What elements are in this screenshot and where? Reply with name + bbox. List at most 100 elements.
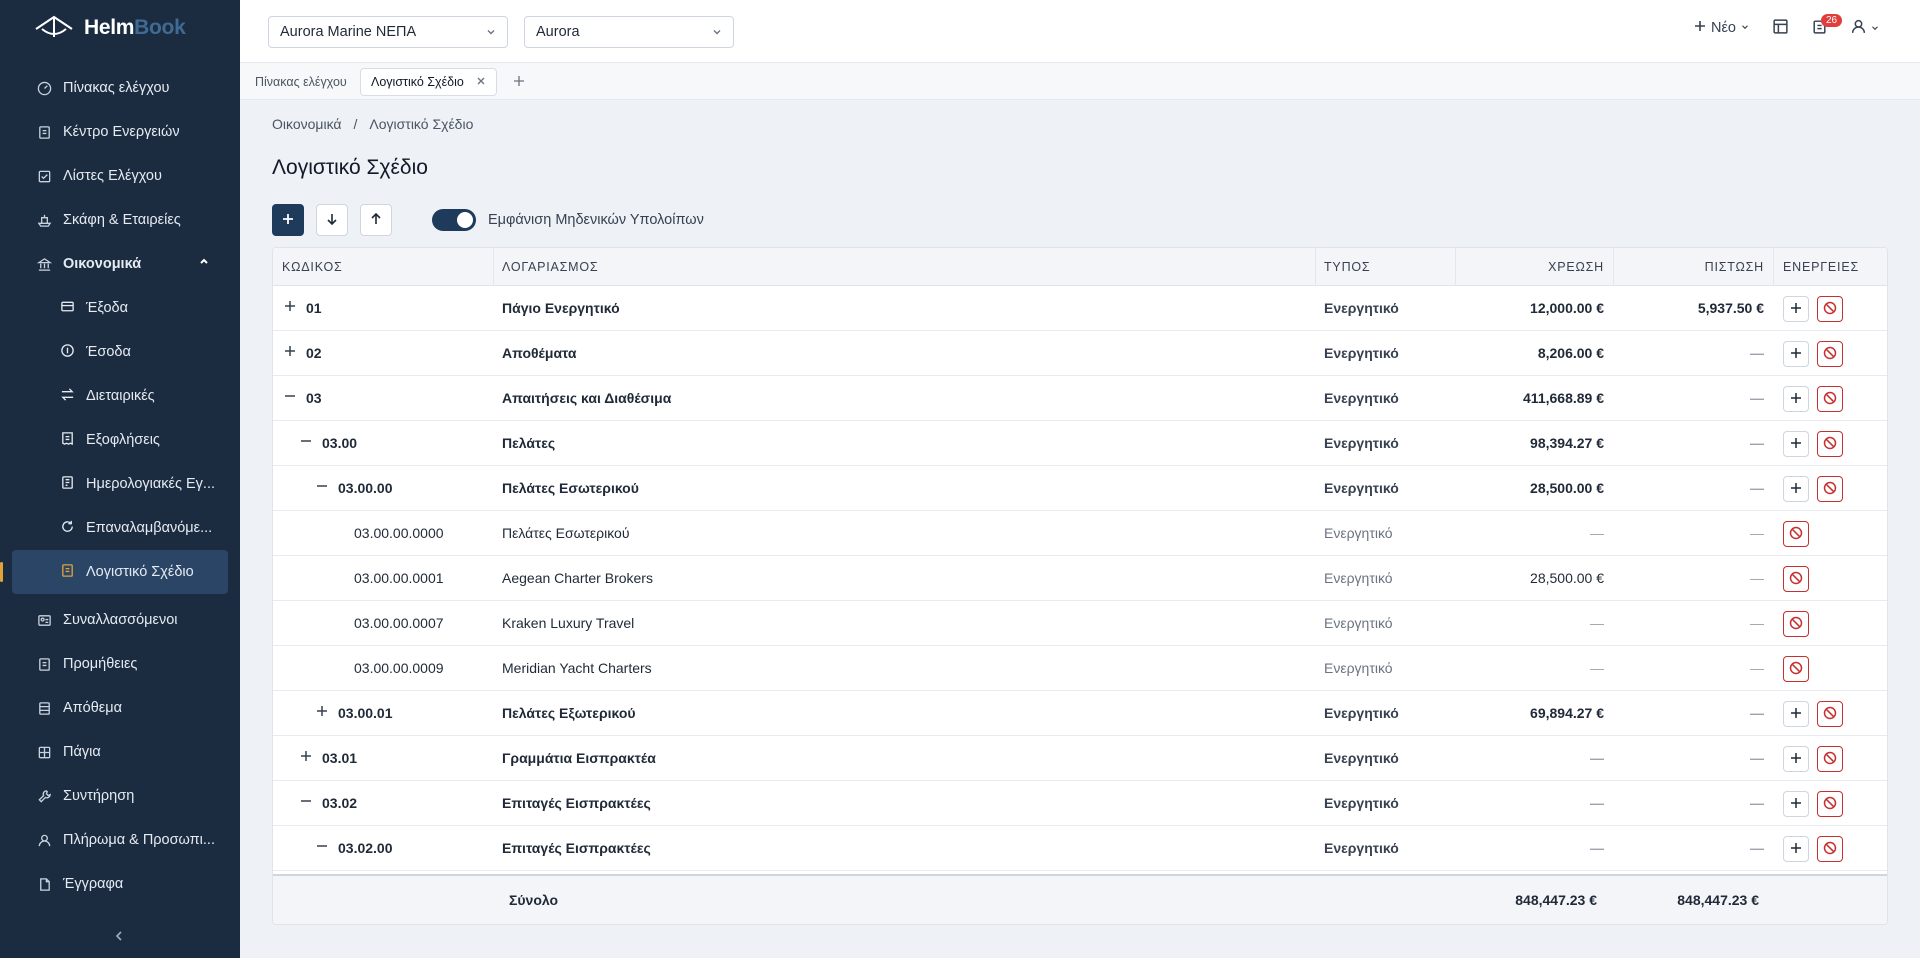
collapse-row-toggle[interactable] xyxy=(297,434,315,452)
assets-icon xyxy=(36,744,52,760)
deactivate-account-button[interactable] xyxy=(1783,521,1809,547)
vessel-select[interactable]: Aurora xyxy=(524,16,734,48)
deactivate-account-button[interactable] xyxy=(1817,791,1843,817)
table-row[interactable]: 03.00.00.0007 Kraken Luxury Travel Ενεργητ… xyxy=(273,601,1887,646)
sidebar-item-crew[interactable]: Πλήρωμα & Προσωπι... xyxy=(0,818,240,862)
collapse-row-toggle[interactable] xyxy=(297,794,315,812)
sidebar-item-label: Οικονομικά xyxy=(63,256,142,272)
add-subaccount-button[interactable] xyxy=(1783,386,1809,412)
tab-dashboard[interactable]: Πίνακας ελέγχου xyxy=(245,68,357,96)
deactivate-account-button[interactable] xyxy=(1817,746,1843,772)
table-row[interactable]: 03.00.01 Πελάτες Εξωτερικού Ενεργητικό 69,8… xyxy=(273,691,1887,736)
table-row[interactable]: 03 Απαιτήσεις και Διαθέσιμα Ενεργητικό 411,… xyxy=(273,376,1887,421)
add-subaccount-button[interactable] xyxy=(1783,791,1809,817)
expand-row-toggle[interactable] xyxy=(297,749,315,767)
expand-row-toggle[interactable] xyxy=(313,704,331,722)
column-header-type[interactable]: ΤΥΠΟΣ xyxy=(1324,260,1370,274)
brand[interactable]: HelmBook xyxy=(0,0,240,56)
add-subaccount-button[interactable] xyxy=(1783,341,1809,367)
ban-icon xyxy=(1789,526,1803,543)
table-row[interactable]: 03.01 Γραμμάτια Εισπρακτέα Ενεργητικό — — xyxy=(273,736,1887,781)
refresh-icon xyxy=(60,519,75,538)
collapse-row-toggle[interactable] xyxy=(281,389,299,407)
sidebar-item-counterparties[interactable]: Συναλλασσόμενοι xyxy=(0,598,240,642)
deactivate-account-button[interactable] xyxy=(1817,701,1843,727)
sidebar-item-vessels-companies[interactable]: Σκάφη & Εταιρείες xyxy=(0,198,240,242)
deactivate-account-button[interactable] xyxy=(1783,611,1809,637)
sidebar-item-income[interactable]: Έσοδα xyxy=(0,330,240,374)
sidebar-item-action-center[interactable]: Κέντρο Ενεργειών xyxy=(0,110,240,154)
table-row[interactable]: 02 Αποθέματα Ενεργητικό 8,206.00 € — xyxy=(273,331,1887,376)
sidebar-item-documents[interactable]: Έγγραφα xyxy=(0,862,240,906)
sidebar-item-expenses[interactable]: Έξοδα xyxy=(0,286,240,330)
table-row[interactable]: 03.02.00 Επιταγές Εισπρακτέες Ενεργητικό — — xyxy=(273,826,1887,871)
expand-all-button[interactable] xyxy=(316,204,348,236)
deactivate-account-button[interactable] xyxy=(1817,431,1843,457)
sidebar-item-procurement[interactable]: Προμήθειες xyxy=(0,642,240,686)
column-header-code[interactable]: ΚΩΔΙΚΟΣ xyxy=(282,260,343,274)
add-subaccount-button[interactable] xyxy=(1783,476,1809,502)
table-row[interactable]: 03.00.00.0000 Πελάτες Εσωτερικού Ενεργητικ… xyxy=(273,511,1887,556)
layout-button[interactable] xyxy=(1772,18,1789,38)
expand-row-toggle[interactable] xyxy=(281,299,299,317)
add-subaccount-button[interactable] xyxy=(1783,746,1809,772)
sidebar-item-finance[interactable]: Οικονομικά xyxy=(0,242,240,286)
sidebar-item-intercompany[interactable]: Διεταιρικές xyxy=(0,374,240,418)
expand-row-toggle[interactable] xyxy=(281,344,299,362)
add-subaccount-button[interactable] xyxy=(1783,296,1809,322)
sidebar-item-settlements[interactable]: Εξοφλήσεις xyxy=(0,418,240,462)
account-code: 03.02.00 xyxy=(338,840,393,856)
breadcrumb-parent[interactable]: Οικονομικά xyxy=(272,116,342,132)
company-select[interactable]: Aurora Marine ΝΕΠΑ xyxy=(268,16,508,48)
add-account-button[interactable] xyxy=(272,204,304,236)
deactivate-account-button[interactable] xyxy=(1817,296,1843,322)
add-subaccount-button[interactable] xyxy=(1783,836,1809,862)
add-subaccount-button[interactable] xyxy=(1783,701,1809,727)
add-tab-button[interactable] xyxy=(503,68,535,96)
chevron-down-icon xyxy=(1870,20,1880,36)
close-icon[interactable] xyxy=(476,75,486,89)
collapse-row-toggle[interactable] xyxy=(313,839,331,857)
sidebar-item-fixed-assets[interactable]: Πάγια xyxy=(0,730,240,774)
account-type: Ενεργητικό xyxy=(1324,795,1399,811)
sidebar-item-inventory[interactable]: Απόθεμα xyxy=(0,686,240,730)
new-button[interactable]: Νέο xyxy=(1693,19,1750,37)
tab-chart-of-accounts[interactable]: Λογιστικό Σχέδιο xyxy=(360,68,497,96)
deactivate-account-button[interactable] xyxy=(1783,656,1809,682)
ban-icon xyxy=(1823,751,1837,768)
collapse-sidebar-button[interactable] xyxy=(112,929,126,946)
collapse-all-button[interactable] xyxy=(360,204,392,236)
deactivate-account-button[interactable] xyxy=(1783,566,1809,592)
sidebar-item-recurring[interactable]: Επαναλαμβανόμε... xyxy=(0,506,240,550)
table-row[interactable]: 03.00.00.0001 Aegean Charter Brokers Ενεργ… xyxy=(273,556,1887,601)
column-header-credit[interactable]: ΠΙΣΤΩΣΗ xyxy=(1705,260,1764,274)
table-row[interactable]: 01 Πάγιο Ενεργητικό Ενεργητικό 12,000.00 € 5… xyxy=(273,286,1887,331)
checklist-icon xyxy=(36,168,52,184)
sidebar-item-maintenance[interactable]: Συντήρηση xyxy=(0,774,240,818)
table-row[interactable]: 03.00.00 Πελάτες Εσωτερικού Ενεργητικό 28,5… xyxy=(273,466,1887,511)
table-row[interactable]: 03.00.00.0009 Meridian Yacht Charters Ενερ… xyxy=(273,646,1887,691)
chevron-down-icon xyxy=(711,26,723,42)
debit-amount: 411,668.89 € xyxy=(1523,390,1604,406)
show-zero-balances-toggle[interactable] xyxy=(432,209,476,231)
sidebar-item-dashboard[interactable]: Πίνακας ελέγχου xyxy=(0,66,240,110)
column-header-debit[interactable]: ΧΡΕΩΣΗ xyxy=(1548,260,1604,274)
user-menu-button[interactable] xyxy=(1850,18,1880,38)
notifications-button[interactable]: 26 xyxy=(1811,14,1843,38)
deactivate-account-button[interactable] xyxy=(1817,341,1843,367)
table-row[interactable]: 03.02 Επιταγές Εισπρακτέες Ενεργητικό — — xyxy=(273,781,1887,826)
add-subaccount-button[interactable] xyxy=(1783,431,1809,457)
deactivate-account-button[interactable] xyxy=(1817,386,1843,412)
sidebar-item-checklists[interactable]: Λίστες Ελέγχου xyxy=(0,154,240,198)
debit-amount: — xyxy=(1590,660,1604,676)
collapse-row-toggle[interactable] xyxy=(313,479,331,497)
credit-amount: — xyxy=(1750,840,1764,856)
sidebar-item-chart-of-accounts[interactable]: Λογιστικό Σχέδιο xyxy=(0,550,228,594)
sidebar-item-label: Λογιστικό Σχέδιο xyxy=(86,564,194,580)
sidebar-item-journal-entries[interactable]: Ημερολογιακές Εγ... xyxy=(0,462,240,506)
table-row[interactable]: 03.00 Πελάτες Ενεργητικό 98,394.27 € — xyxy=(273,421,1887,466)
column-header-account[interactable]: ΛΟΓΑΡΙΑΣΜΟΣ xyxy=(502,260,598,274)
deactivate-account-button[interactable] xyxy=(1817,836,1843,862)
deactivate-account-button[interactable] xyxy=(1817,476,1843,502)
credit-amount: — xyxy=(1750,345,1764,361)
